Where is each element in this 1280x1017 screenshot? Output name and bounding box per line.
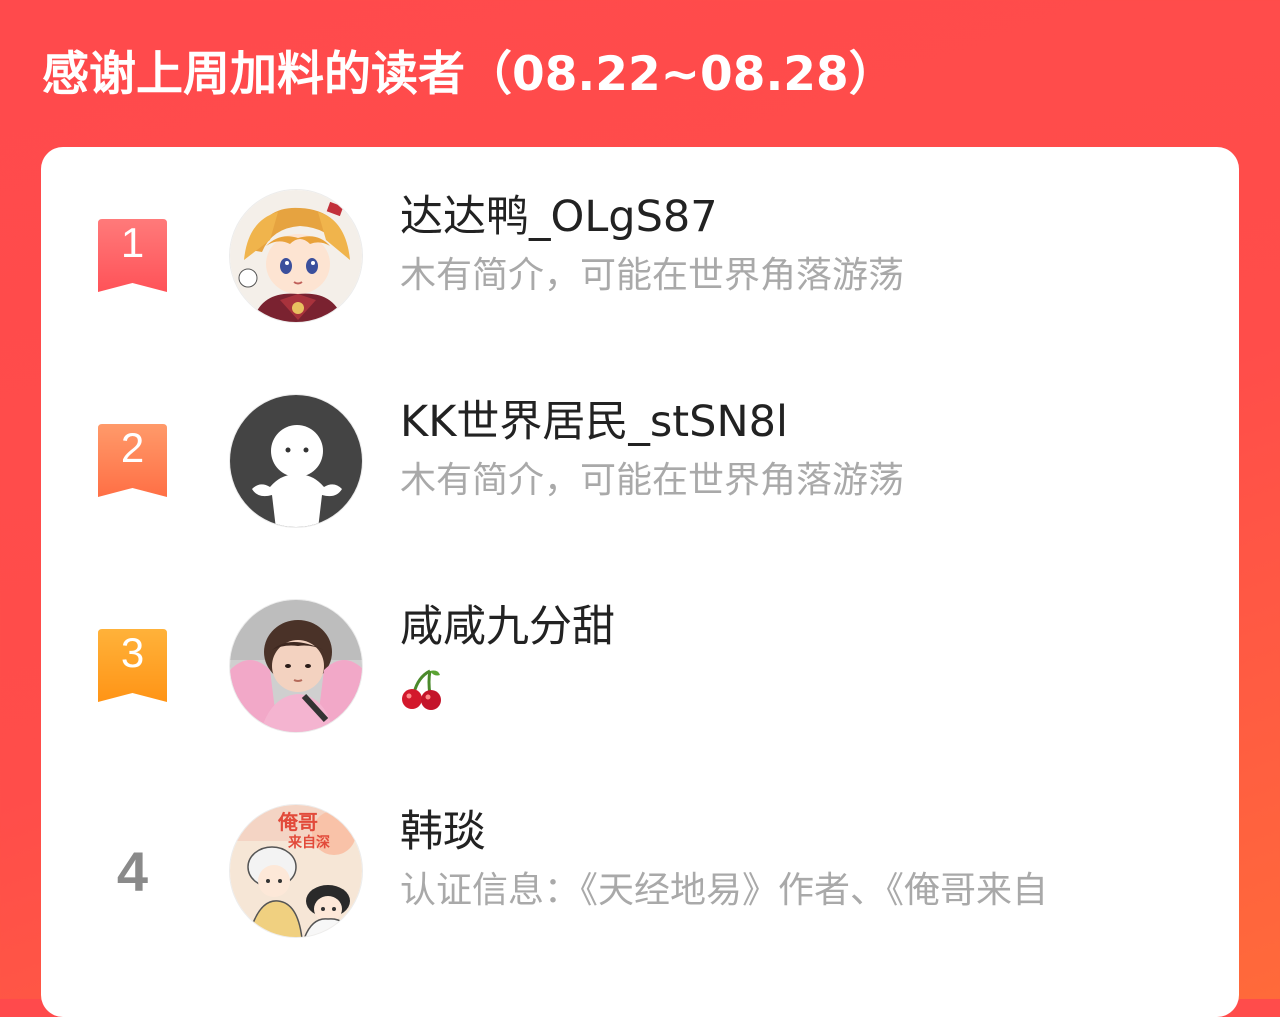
avatar[interactable]: 俺哥 来自深	[229, 804, 363, 938]
comic-cover-avatar-icon: 俺哥 来自深	[230, 805, 362, 937]
reader-list-card: 1 达达鸭_OLgS87 木有简介，可能在世界角落游荡 2 KK世界居民_stS…	[41, 147, 1239, 1017]
avatar[interactable]	[229, 189, 363, 323]
rank-number: 3	[120, 629, 145, 676]
reader-bio: 认证信息：《天经地易》作者、《俺哥来自	[400, 870, 1049, 911]
rank-badge-second: 2	[98, 424, 167, 497]
default-user-avatar-icon	[230, 395, 362, 527]
svg-text:俺哥: 俺哥	[277, 810, 318, 834]
page-title: 感谢上周加料的读者（08.22~08.28）	[42, 47, 896, 102]
reader-row[interactable]: 4 俺哥 来自深 韩琰 认证信息：《天经地易》作者、《俺哥来自	[41, 802, 1239, 952]
child-photo-avatar-icon	[230, 600, 362, 732]
reader-bio: 木有简介，可能在世界角落游荡	[400, 255, 905, 296]
reader-name: 咸咸九分甜	[400, 602, 615, 652]
reader-row[interactable]: 2 KK世界居民_stSN8l 木有简介，可能在世界角落游荡	[41, 392, 1239, 542]
reader-row[interactable]: 3 咸咸九分甜	[41, 597, 1239, 747]
reader-bio: 木有简介，可能在世界角落游荡	[400, 460, 905, 501]
reader-name: 达达鸭_OLgS87	[400, 192, 718, 242]
reader-name: 韩琰	[400, 807, 486, 857]
rank-badge-third: 3	[98, 629, 167, 702]
rank-number: 2	[120, 424, 145, 471]
reader-row[interactable]: 1 达达鸭_OLgS87 木有简介，可能在世界角落游荡	[41, 187, 1239, 337]
rank-badge-first: 1	[98, 219, 167, 292]
anime-boy-avatar-icon	[230, 190, 362, 322]
cherry-icon	[402, 669, 441, 710]
rank-number: 4	[116, 840, 149, 903]
avatar[interactable]	[229, 599, 363, 733]
reader-name: KK世界居民_stSN8l	[400, 397, 788, 447]
svg-text:来自深: 来自深	[287, 834, 330, 851]
rank-number: 1	[120, 219, 145, 266]
avatar[interactable]	[229, 394, 363, 528]
